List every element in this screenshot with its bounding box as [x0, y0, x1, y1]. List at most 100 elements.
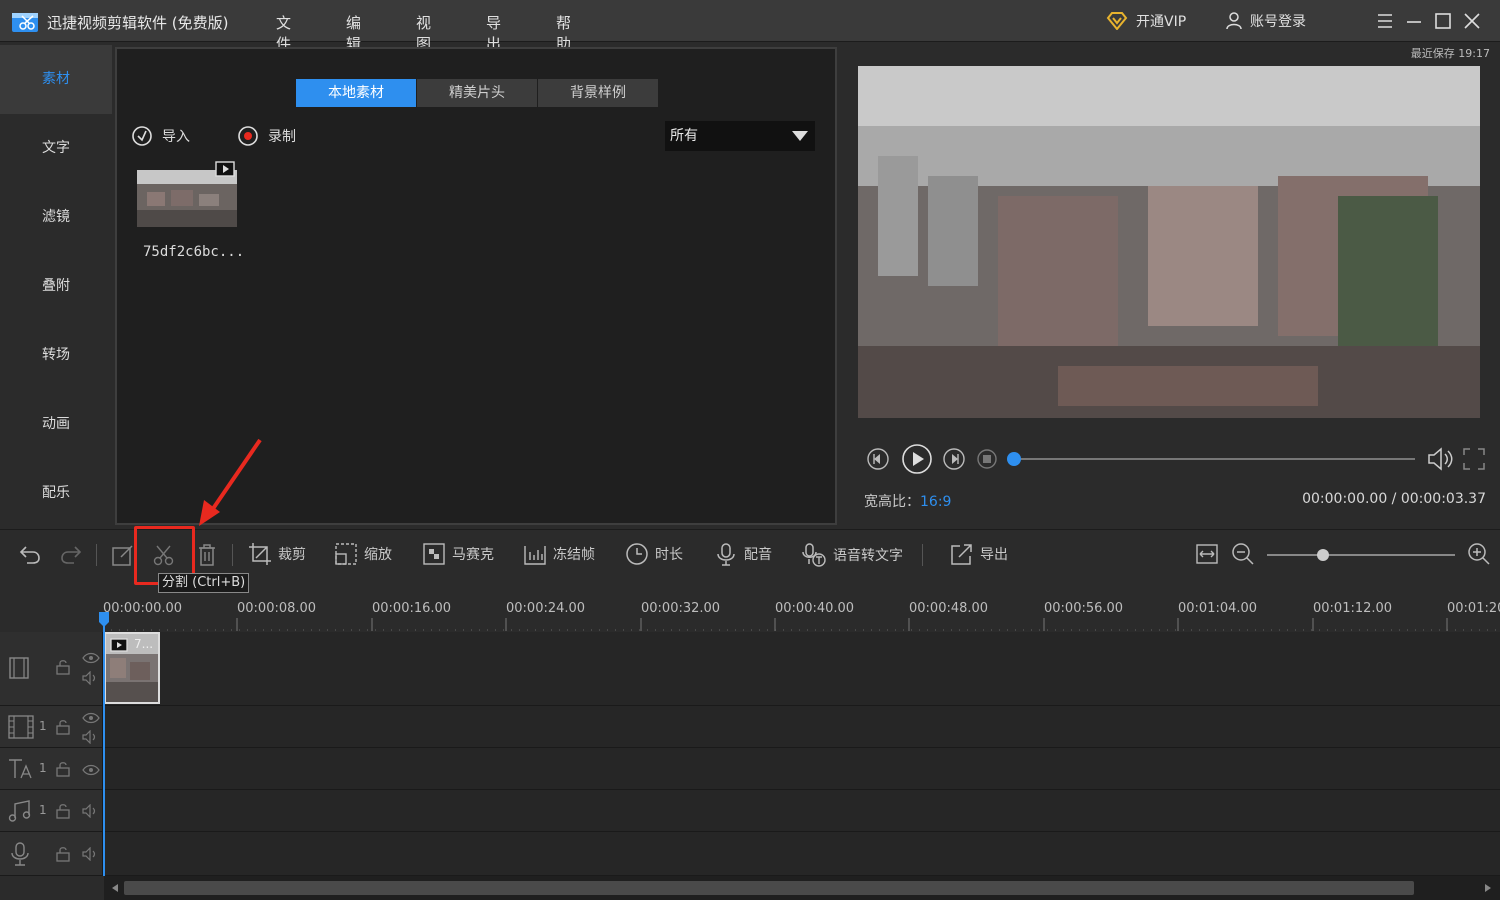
track-number: 1: [39, 719, 47, 733]
volume-icon[interactable]: [1426, 445, 1456, 473]
nav-item-overlay[interactable]: 叠附: [0, 252, 112, 321]
chevron-down-icon: [792, 131, 808, 141]
lock-icon[interactable]: [56, 803, 70, 819]
clock-icon: [626, 543, 648, 565]
speaker-icon[interactable]: [82, 804, 100, 818]
microphone-icon: [11, 842, 29, 866]
zoom-in-icon[interactable]: [1467, 542, 1491, 566]
tick-label: 00:00:00.00: [103, 601, 183, 616]
aspect-ratio-value[interactable]: 16:9: [920, 494, 951, 510]
import-button[interactable]: 导入: [131, 125, 190, 147]
tick-label: 00:00:32.00: [641, 601, 721, 616]
toolbar-divider: [922, 544, 923, 566]
vip-label: 开通VIP: [1136, 14, 1187, 30]
lock-icon[interactable]: [56, 719, 70, 735]
speaker-icon[interactable]: [82, 847, 100, 861]
edit-icon[interactable]: [111, 543, 135, 567]
media-filter-select[interactable]: 所有: [665, 121, 815, 151]
stop-icon[interactable]: [976, 448, 998, 470]
progress-knob[interactable]: [1007, 452, 1021, 466]
city-video-frame: [858, 66, 1480, 418]
text-track[interactable]: 1: [0, 748, 1500, 790]
nav-item-transitions[interactable]: 转场: [0, 321, 112, 390]
tab-backgrounds[interactable]: 背景样例: [538, 79, 658, 107]
close-icon[interactable]: [1462, 11, 1482, 31]
login-label: 账号登录: [1250, 14, 1306, 30]
freeze-frame-label: 冻结帧: [553, 547, 595, 563]
fit-timeline-icon[interactable]: [1195, 542, 1219, 566]
speech-to-text-icon: [802, 543, 826, 567]
nav-item-text[interactable]: 文字: [0, 114, 112, 183]
nav-item-filters[interactable]: 滤镜: [0, 183, 112, 252]
tick-label: 00:00:08.00: [237, 601, 317, 616]
zoom-slider-knob[interactable]: [1317, 549, 1330, 561]
timeline-scrollbar[interactable]: [104, 876, 1500, 900]
tick-label: 00:01:20.00: [1447, 601, 1500, 616]
record-icon: [238, 126, 258, 146]
microphone-icon: [717, 543, 735, 566]
speaker-icon[interactable]: [82, 730, 100, 744]
play-icon[interactable]: [901, 443, 933, 475]
redo-icon[interactable]: [59, 543, 83, 565]
split-tooltip: 分割 (Ctrl+B): [158, 573, 250, 593]
video-track-main[interactable]: [0, 632, 1500, 706]
lock-icon[interactable]: [56, 761, 70, 777]
freeze-frame-button[interactable]: 冻结帧: [523, 542, 595, 566]
aspect-ratio-label: 宽高比：: [864, 494, 920, 510]
lock-icon[interactable]: [56, 846, 70, 862]
undo-icon[interactable]: [18, 543, 42, 565]
eye-icon[interactable]: [82, 652, 100, 664]
previous-frame-icon[interactable]: [866, 447, 890, 471]
time-display: 00:00:00.00 / 00:00:03.37: [1302, 491, 1486, 507]
minimize-icon[interactable]: [1404, 11, 1424, 31]
menu-icon[interactable]: [1375, 11, 1395, 31]
timeline-video-clip[interactable]: 7...: [104, 632, 160, 704]
record-button[interactable]: 录制: [237, 125, 296, 147]
login-button[interactable]: 账号登录: [1226, 11, 1306, 31]
tab-intros[interactable]: 精美片头: [417, 79, 537, 107]
timeline-ruler[interactable]: 00:00:00.00 00:00:08.00 00:00:16.00 00:0…: [0, 596, 1500, 632]
tab-local-media[interactable]: 本地素材: [296, 79, 416, 107]
export-button[interactable]: 导出: [950, 542, 1008, 566]
eye-icon[interactable]: [82, 712, 100, 724]
scroll-left-icon[interactable]: [111, 884, 119, 892]
import-icon: [132, 126, 152, 146]
fullscreen-icon[interactable]: [1462, 447, 1486, 471]
voiceover-track[interactable]: [0, 832, 1500, 876]
zoom-button[interactable]: 缩放: [334, 542, 392, 566]
speaker-icon[interactable]: [82, 671, 100, 685]
import-label: 导入: [162, 129, 190, 145]
video-badge-icon: [110, 638, 128, 652]
music-track[interactable]: 1: [0, 790, 1500, 832]
delete-icon[interactable]: [197, 543, 217, 567]
mosaic-icon: [423, 543, 445, 565]
tick-label: 00:01:12.00: [1313, 601, 1393, 616]
next-frame-icon[interactable]: [942, 447, 966, 471]
video-track-1[interactable]: 1: [0, 706, 1500, 748]
media-tabs: 本地素材 精美片头 背景样例: [296, 79, 659, 107]
video-preview[interactable]: [858, 66, 1480, 418]
maximize-icon[interactable]: [1433, 11, 1453, 31]
scrollbar-thumb[interactable]: [124, 881, 1414, 895]
media-thumbnail[interactable]: [137, 170, 237, 227]
timeline-playhead[interactable]: [103, 614, 105, 876]
duration-label: 时长: [655, 547, 683, 563]
vip-button[interactable]: 开通VIP: [1106, 11, 1186, 31]
nav-item-music[interactable]: 配乐: [0, 459, 112, 528]
nav-item-materials[interactable]: 素材: [0, 45, 112, 114]
crop-button[interactable]: 裁剪: [248, 542, 306, 566]
playhead-marker-icon[interactable]: [98, 612, 110, 628]
eye-icon[interactable]: [82, 764, 100, 776]
duration-button[interactable]: 时长: [625, 542, 683, 566]
app-logo-icon: [12, 13, 38, 32]
zoom-slider[interactable]: [1267, 554, 1455, 556]
speech-to-text-button[interactable]: 语音转文字: [801, 542, 903, 568]
mosaic-button[interactable]: 马赛克: [422, 542, 494, 566]
lock-icon[interactable]: [56, 659, 70, 675]
nav-item-animation[interactable]: 动画: [0, 390, 112, 459]
progress-track[interactable]: [1013, 458, 1415, 460]
scroll-right-icon[interactable]: [1484, 884, 1492, 892]
track-header: 1: [0, 790, 103, 831]
dub-button[interactable]: 配音: [714, 542, 772, 566]
zoom-out-icon[interactable]: [1231, 542, 1255, 566]
